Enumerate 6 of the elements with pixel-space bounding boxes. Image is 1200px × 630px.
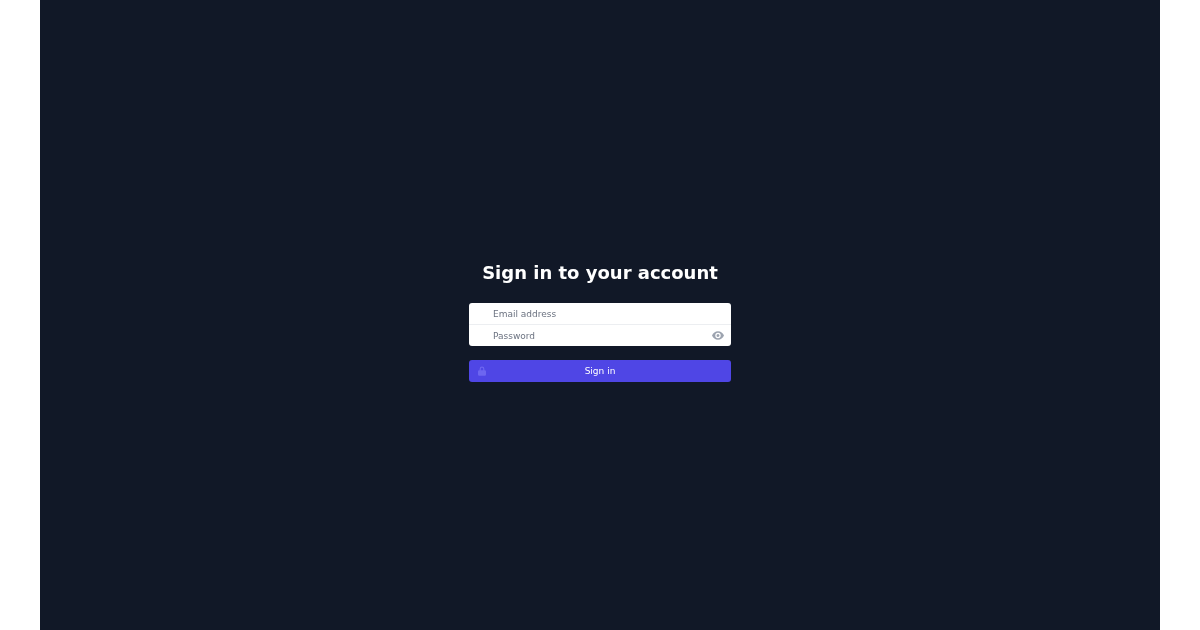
password-field[interactable]: Password <box>469 325 731 346</box>
email-field[interactable]: Email address <box>469 303 731 324</box>
page-heading: Sign in to your account <box>481 262 719 284</box>
sign-in-button[interactable]: Sign in <box>469 360 731 382</box>
lock-icon <box>478 366 486 376</box>
eye-icon[interactable] <box>712 331 724 340</box>
